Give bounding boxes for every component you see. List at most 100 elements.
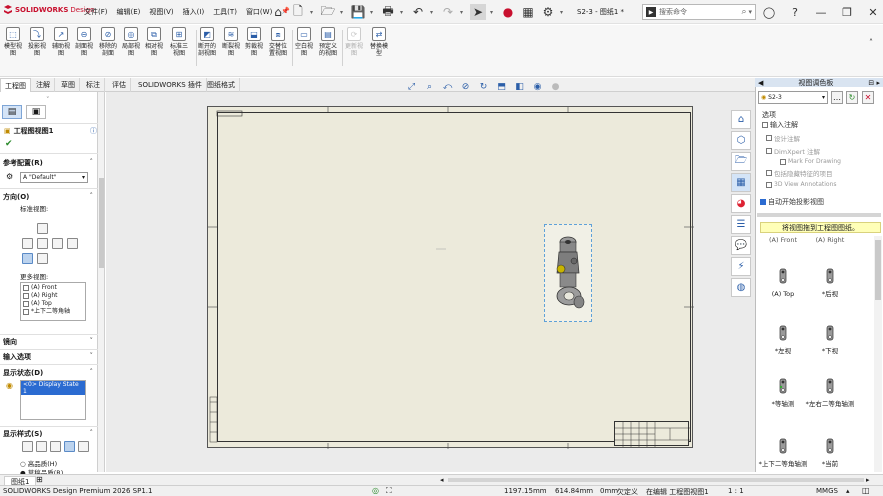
view-isometric-button[interactable] <box>22 253 33 264</box>
more-views-list[interactable]: (A) Front (A) Right (A) Top *上下二等角轴 <box>20 282 86 321</box>
design-annotations-checkbox[interactable]: 设计注解 <box>766 133 800 143</box>
home-icon[interactable]: ⌂ <box>731 110 751 129</box>
view-thumbnail-icon[interactable] <box>822 268 838 284</box>
palette-doc-select[interactable]: ◉ S2-3 ▾ <box>758 91 828 104</box>
file-explorer-icon[interactable]: 🗁 <box>731 152 751 171</box>
3d-view-annotations-checkbox[interactable]: 3D View Annotations <box>766 181 837 188</box>
style-wireframe-button[interactable] <box>22 441 33 452</box>
display-state-list[interactable]: <0> Display State 1 <box>20 380 86 420</box>
app-logo[interactable]: SOLIDWORKS Design <box>3 5 95 15</box>
tab-addins[interactable]: SOLIDWORKS 插件 <box>134 78 207 92</box>
print-icon[interactable]: 🖶 <box>380 4 396 20</box>
view-orientation-icon[interactable]: ⬒ <box>494 80 509 93</box>
unit-system[interactable]: MMGS <box>816 487 838 495</box>
ribbon-button-3[interactable]: ↗ 辅助视图 <box>50 27 72 57</box>
search-icon[interactable]: ⌕ <box>741 7 746 17</box>
display-style-icon[interactable]: ◧ <box>512 80 527 93</box>
view-thumbnail-icon[interactable] <box>775 325 791 341</box>
tab-annotation[interactable]: 注解 <box>32 78 55 92</box>
panel-expand-icon[interactable]: ˅ <box>46 96 50 104</box>
panel-scrollbar[interactable] <box>98 92 105 472</box>
search-input[interactable]: 搜索命令 <box>659 7 741 17</box>
view-bottom-button[interactable] <box>37 253 48 264</box>
undo-icon[interactable]: ↶ <box>410 4 426 20</box>
tab-drawing[interactable]: 工程图 <box>0 78 31 92</box>
previous-view-icon[interactable]: ⤺ <box>440 80 455 93</box>
view-top-button[interactable] <box>37 238 48 249</box>
zoom-to-fit-icon[interactable]: ⤢ <box>404 80 419 93</box>
solidworks-resources-icon[interactable]: ⚡ <box>731 257 751 276</box>
rebuild-icon[interactable]: ◎ <box>372 486 379 495</box>
file-properties-icon[interactable]: ▦ <box>520 4 536 20</box>
units-dropdown-icon[interactable]: ▴ <box>846 487 850 495</box>
ribbon-button-4[interactable]: ⊖ 剖面视图 <box>73 27 95 57</box>
section-orientation[interactable]: 方向(O) ˄ <box>3 192 93 202</box>
collapse-ribbon-icon[interactable]: ˄ <box>869 38 873 47</box>
ribbon-button-9[interactable]: ◩ 断开的剖视图 <box>196 27 218 57</box>
view-thumbnail-icon[interactable] <box>822 378 838 394</box>
palette-splitter[interactable] <box>757 213 881 217</box>
section-display-state[interactable]: 显示状态(D) ˄ <box>3 368 93 378</box>
menu-tools[interactable]: 工具(T) <box>213 7 237 17</box>
config-select[interactable]: A "Default" ▾ <box>20 172 88 183</box>
tab-evaluate[interactable]: 评估 <box>108 78 131 92</box>
ribbon-button-5[interactable]: ⊘ 移除的剖面 <box>97 27 119 57</box>
search-dropdown-icon[interactable]: ▾ <box>748 8 752 16</box>
new-document-icon[interactable]: 🗋 <box>290 4 306 20</box>
tab-sketch[interactable]: 草图 <box>57 78 80 92</box>
dimxpert-annotations-checkbox[interactable]: DimXpert 注解 <box>766 146 820 156</box>
hide-show-items-icon[interactable]: ◉ <box>530 80 545 93</box>
list-item[interactable]: <0> Display State 1 <box>21 381 85 395</box>
view-left-button[interactable] <box>22 238 33 249</box>
menu-edit[interactable]: 编辑(E) <box>117 7 141 17</box>
ribbon-button-7[interactable]: ⧉ 相对视图 <box>143 27 165 57</box>
view-thumbnail-icon[interactable] <box>775 438 791 454</box>
drawing-view-isometric[interactable] <box>544 224 592 322</box>
home-icon[interactable]: ⌂ <box>270 4 286 20</box>
ribbon-button-1[interactable]: ⬚ 模型视图 <box>2 27 24 57</box>
sheet-scale[interactable]: 1 : 1 <box>728 487 744 495</box>
import-annotations-checkbox[interactable]: 输入注解 <box>762 120 798 130</box>
ribbon-button-10[interactable]: ≋ 断裂视图 <box>220 27 242 57</box>
include-hidden-features-checkbox[interactable]: 包括隐藏特征的项目 <box>766 168 833 178</box>
menu-view[interactable]: 视图(V) <box>149 7 173 17</box>
close-icon[interactable]: ✕ <box>864 3 882 21</box>
section-display-style[interactable]: 显示样式(S) ˄ <box>3 429 93 439</box>
appearance-icon[interactable]: ● <box>548 80 563 93</box>
menu-window[interactable]: 窗口(W) <box>246 7 272 17</box>
add-sheet-icon[interactable]: ⊞ <box>36 475 43 484</box>
style-shaded-button[interactable] <box>78 441 89 452</box>
help-circle-icon[interactable]: ⓘ <box>90 126 97 136</box>
search-scope-icon[interactable]: ▶ <box>646 7 656 17</box>
auto-projection-checkbox[interactable]: 自动开始投影视图 <box>760 197 824 207</box>
fullscreen-icon[interactable]: ⛶ <box>386 486 392 496</box>
style-hidden-visible-button[interactable] <box>36 441 47 452</box>
section-view-icon[interactable]: ⊘ <box>458 80 473 93</box>
section-mirror[interactable]: 镜向 ˅ <box>3 337 93 347</box>
options-gear-icon[interactable]: ⚙ <box>540 4 556 20</box>
refresh-icon[interactable]: ↻ <box>846 91 858 104</box>
ribbon-button-16[interactable]: ⇄ 替换模型 <box>368 27 390 57</box>
menu-file[interactable]: 文件(F) <box>84 7 108 17</box>
custom-properties-icon[interactable]: ☰ <box>731 215 751 234</box>
ribbon-button-12[interactable]: ⧈ 交替位置视图 <box>267 27 289 57</box>
view-thumbnail-icon[interactable] <box>775 378 791 394</box>
view-back-button[interactable] <box>67 238 78 249</box>
view-right-button[interactable] <box>52 238 63 249</box>
ribbon-button-6[interactable]: ◎ 局部视图 <box>120 27 142 57</box>
view-front-button[interactable] <box>37 223 48 234</box>
ribbon-button-8[interactable]: ⊞ 标准三视图 <box>168 27 190 57</box>
3d-content-central-icon[interactable]: ⬡ <box>731 131 751 150</box>
redo-icon[interactable]: ↷ <box>440 4 456 20</box>
ribbon-button-14[interactable]: ▤ 预定义的视图 <box>317 27 339 57</box>
horizontal-scrollbar[interactable] <box>448 478 864 482</box>
view-thumbnail-icon[interactable] <box>822 325 838 341</box>
scroll-right-icon[interactable]: ▸ <box>866 476 870 484</box>
rotate-view-icon[interactable]: ↻ <box>476 80 491 93</box>
forum-icon[interactable]: 💬 <box>731 236 751 255</box>
restore-icon[interactable]: ❐ <box>838 3 856 21</box>
minimize-icon[interactable]: — <box>812 3 830 21</box>
palette-scrollbar[interactable] <box>874 236 882 472</box>
property-manager-tab-icon[interactable]: ▣ <box>26 105 46 119</box>
view-thumbnail-icon[interactable] <box>775 268 791 284</box>
